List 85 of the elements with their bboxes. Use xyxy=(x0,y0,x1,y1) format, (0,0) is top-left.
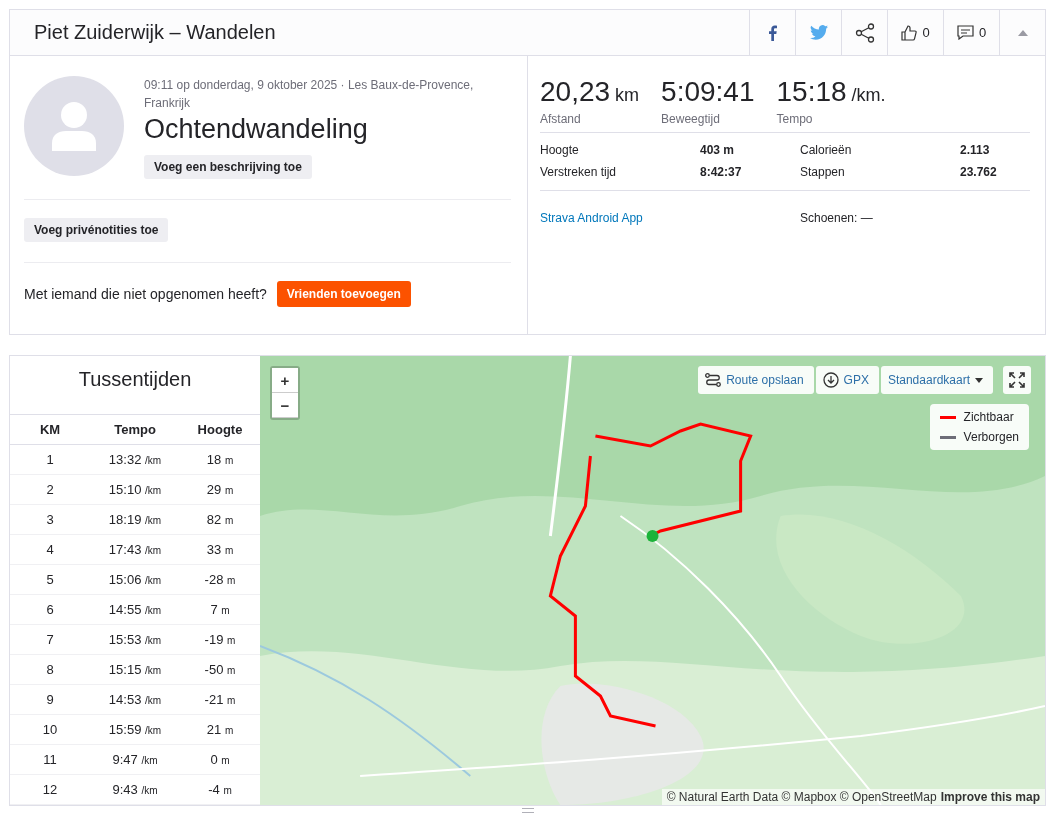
stat-value: 2.113 xyxy=(960,143,991,157)
table-cell-text: 12 xyxy=(41,782,59,797)
table-cell-text: 14:53 /km xyxy=(107,692,163,707)
activity-title: Ochtendwandeling xyxy=(144,114,369,145)
download-icon xyxy=(822,372,839,388)
bird-icon xyxy=(809,25,828,40)
gpx-button[interactable]: GPX xyxy=(815,366,879,394)
caret-down-icon xyxy=(975,377,983,383)
share-icon xyxy=(854,22,875,43)
kudos-button[interactable]: 0 xyxy=(887,9,943,56)
table-cell-text: -4 m xyxy=(207,782,233,797)
table-cell-text: 10 xyxy=(41,722,59,737)
table-cell-text: 15:15 /km xyxy=(107,662,163,677)
table-cell-text: 3 xyxy=(45,512,55,527)
device-link[interactable]: Strava Android App xyxy=(540,211,643,225)
legend-label: Zichtbaar xyxy=(963,410,1014,424)
table-cell-text: 8 xyxy=(45,662,55,677)
attribution-text: © Natural Earth Data © Mapbox © OpenStreetMap xyxy=(666,790,937,804)
stat-value: 20,23 km xyxy=(540,76,640,109)
table-cell-text: 5 xyxy=(45,572,55,587)
table-cell-text: 7 m xyxy=(209,602,231,617)
facebook-icon xyxy=(768,24,777,41)
table-cell-text: 2 xyxy=(45,482,55,497)
stat-label: Stappen xyxy=(800,165,846,179)
stat-value: 15:18 /km. xyxy=(776,76,886,109)
table-cell-text: 82 m xyxy=(205,512,235,527)
map-style-dropdown[interactable]: Standaardkaart xyxy=(880,366,993,394)
table-cell-text: 29 m xyxy=(205,482,235,497)
activity-meta: 09:11 op donderdag, 9 oktober 2025 · Les Baux-de-Provence, Frankrijk xyxy=(144,77,475,112)
stat-label: Afstand xyxy=(540,112,582,126)
table-cell-text: 18 m xyxy=(205,452,235,467)
table-cell-text: 15:59 /km xyxy=(107,722,163,737)
table-cell-text: 13:32 /km xyxy=(107,452,163,467)
table-cell-text: 15:53 /km xyxy=(107,632,163,647)
fullscreen-button[interactable] xyxy=(1003,366,1031,394)
add-description-button[interactable]: Voeg een beschrijving toe xyxy=(144,155,312,179)
stat-value: 8:42:37 xyxy=(700,165,743,179)
route-icon xyxy=(705,373,722,387)
table-cell-text: 0 m xyxy=(209,752,231,767)
shoes-text: Schoenen: — xyxy=(800,211,874,225)
table-cell-text: 21 m xyxy=(205,722,235,737)
table-cell-text: 15:10 /km xyxy=(107,482,163,497)
page-title: Piet Zuiderwijk – Wandelen xyxy=(33,21,277,44)
table-cell-text: 11 xyxy=(42,752,58,767)
add-notes-button[interactable]: Voeg privénotities toe xyxy=(24,218,169,242)
table-cell-text: 7 xyxy=(45,632,55,647)
table-cell-text: 6 xyxy=(45,602,55,617)
stat-label: Verstreken tijd xyxy=(540,165,618,179)
stat-label: Hoogte xyxy=(540,143,580,157)
table-cell-text: 9 xyxy=(45,692,55,707)
table-cell-text: 1 xyxy=(45,452,55,467)
comment-icon xyxy=(956,25,974,40)
caret-up-icon xyxy=(1017,29,1028,36)
thumbs-up-icon xyxy=(901,24,918,41)
stat-value: 403 m xyxy=(700,143,736,157)
table-cell-text: -19 m xyxy=(203,632,237,647)
save-route-button[interactable]: Route opslaan xyxy=(698,366,814,394)
column-header: Tempo xyxy=(113,422,157,437)
table-cell-text: 15:06 /km xyxy=(107,572,163,587)
table-cell-text: -50 m xyxy=(203,662,237,677)
table-cell-text: 14:55 /km xyxy=(107,602,163,617)
improve-map-link[interactable]: Improve this map xyxy=(940,790,1040,804)
drag-handle-icon xyxy=(521,808,534,813)
zoom-in-button[interactable]: + xyxy=(272,368,298,393)
table-cell-text: 33 m xyxy=(205,542,235,557)
table-cell-text: 9:47 /km xyxy=(111,752,159,767)
stat-label: Calorieën xyxy=(800,143,853,157)
stat-value: 23.762 xyxy=(960,165,998,179)
stat-label: Tempo xyxy=(776,112,814,126)
stat-value: 5:09:41 xyxy=(661,76,755,109)
table-cell-text: 17:43 /km xyxy=(107,542,163,557)
comments-button[interactable]: 0 xyxy=(943,9,999,56)
table-cell-text: 4 xyxy=(45,542,55,557)
table-cell-text: -21 m xyxy=(203,692,237,707)
table-cell-text: 9:43 /km xyxy=(111,782,159,797)
invite-text: Met iemand die niet opgenomen heeft? xyxy=(24,286,267,302)
person-icon xyxy=(50,101,98,151)
legend-label: Verborgen xyxy=(963,430,1019,444)
zoom-out-button[interactable]: − xyxy=(272,393,298,418)
table-cell-text: 18:19 /km xyxy=(107,512,163,527)
stat-label: Beweegtijd xyxy=(661,112,721,126)
table-cell-text: -28 m xyxy=(203,572,237,587)
column-header: Hoogte xyxy=(196,422,244,437)
fullscreen-icon xyxy=(1009,372,1025,388)
column-header: KM xyxy=(38,422,62,437)
